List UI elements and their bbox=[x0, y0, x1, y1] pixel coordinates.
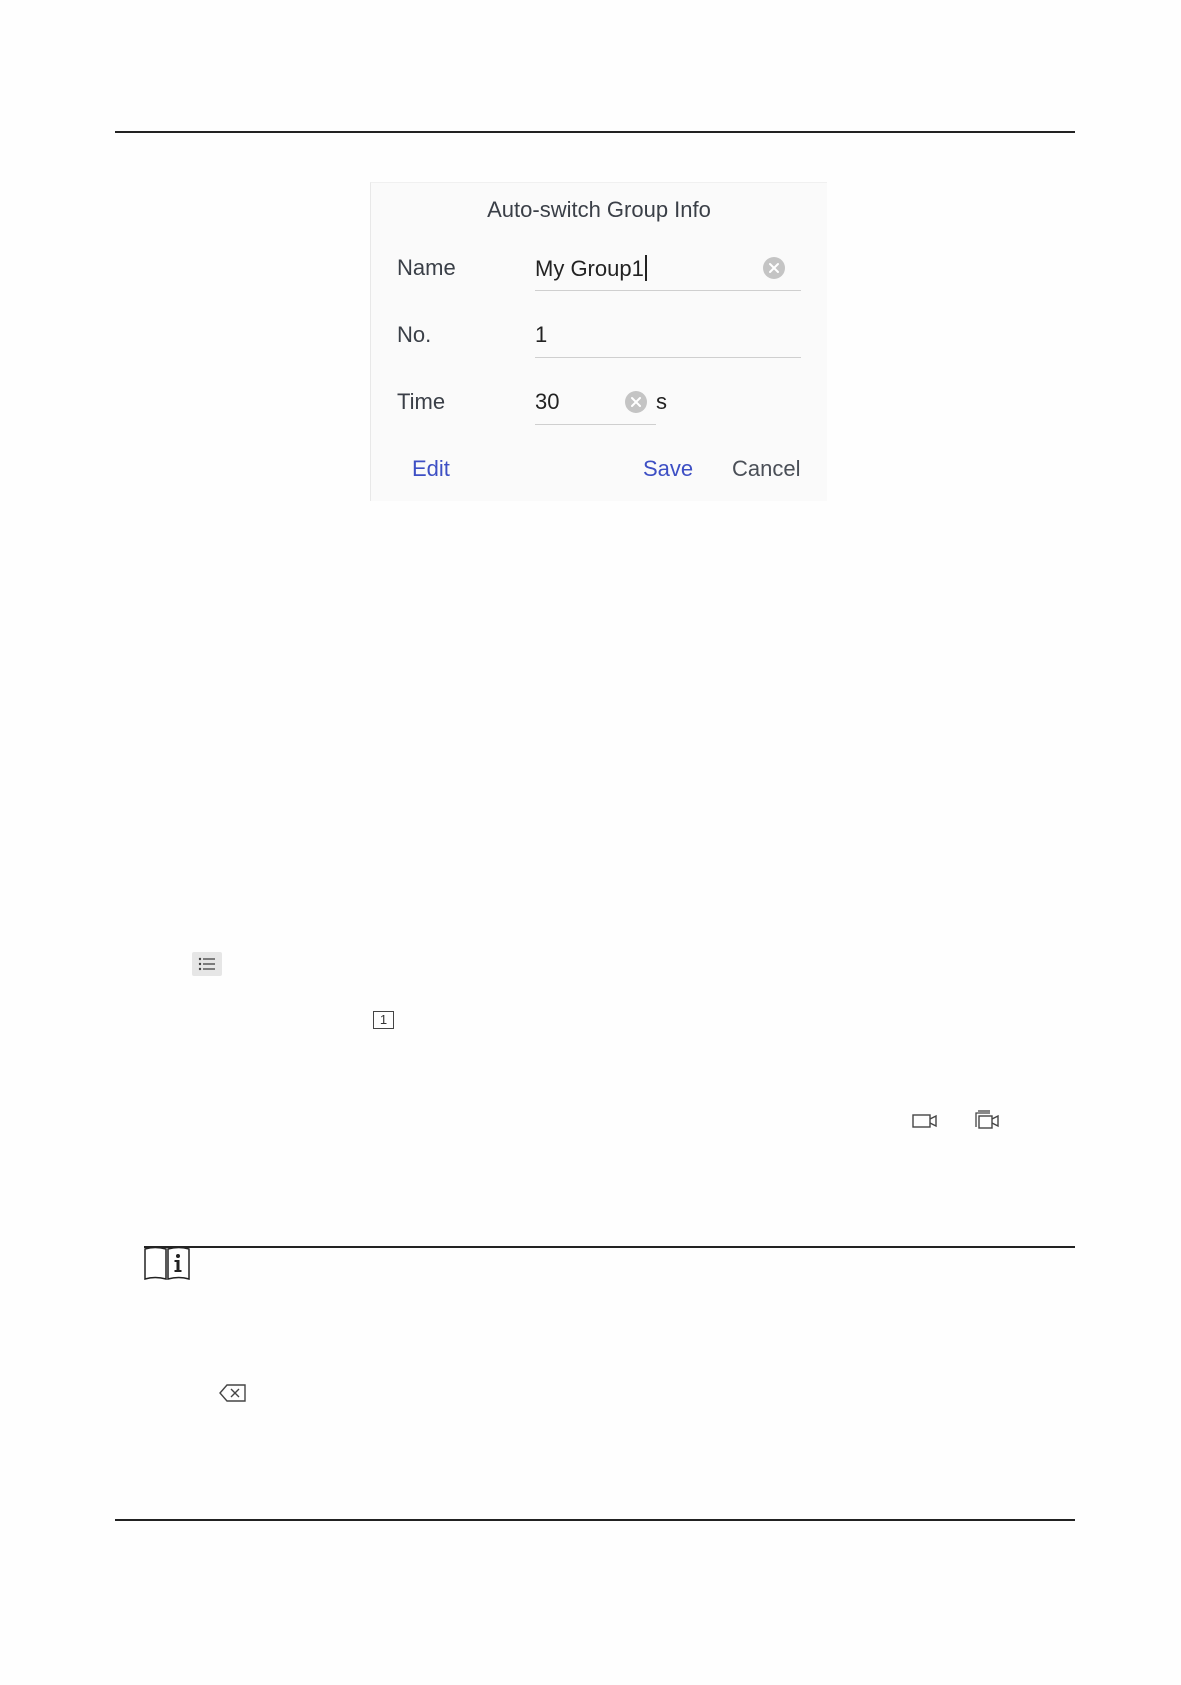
auto-switch-group-dialog: Auto-switch Group Info Name My Group1 No… bbox=[370, 182, 827, 501]
clear-time-icon[interactable] bbox=[625, 391, 647, 413]
time-input[interactable]: 30 bbox=[535, 389, 559, 415]
clear-name-icon[interactable] bbox=[763, 257, 785, 279]
header-rule bbox=[115, 131, 1075, 133]
backspace-icon bbox=[219, 1384, 246, 1402]
edit-button[interactable]: Edit bbox=[412, 456, 450, 482]
list-icon bbox=[192, 952, 222, 976]
multi-camera-icon bbox=[975, 1110, 999, 1129]
single-window-icon: 1 bbox=[373, 1011, 394, 1029]
text-cursor bbox=[644, 255, 647, 281]
time-unit: s bbox=[656, 389, 667, 414]
save-button[interactable]: Save bbox=[643, 456, 693, 482]
name-label: Name bbox=[397, 255, 456, 280]
note-rule bbox=[144, 1246, 1075, 1248]
dialog-title: Auto-switch Group Info bbox=[487, 197, 711, 222]
time-label: Time bbox=[397, 389, 446, 414]
footer-rule bbox=[115, 1519, 1075, 1521]
name-underline bbox=[535, 290, 801, 291]
note-book-icon bbox=[144, 1246, 190, 1281]
no-underline bbox=[535, 357, 801, 358]
no-label: No. bbox=[397, 322, 432, 347]
camera-icon bbox=[912, 1114, 937, 1128]
no-input[interactable]: 1 bbox=[535, 322, 547, 348]
name-input[interactable]: My Group1 bbox=[535, 255, 647, 282]
cancel-button[interactable]: Cancel bbox=[732, 456, 800, 482]
time-underline bbox=[535, 424, 656, 425]
name-value: My Group1 bbox=[535, 256, 644, 281]
